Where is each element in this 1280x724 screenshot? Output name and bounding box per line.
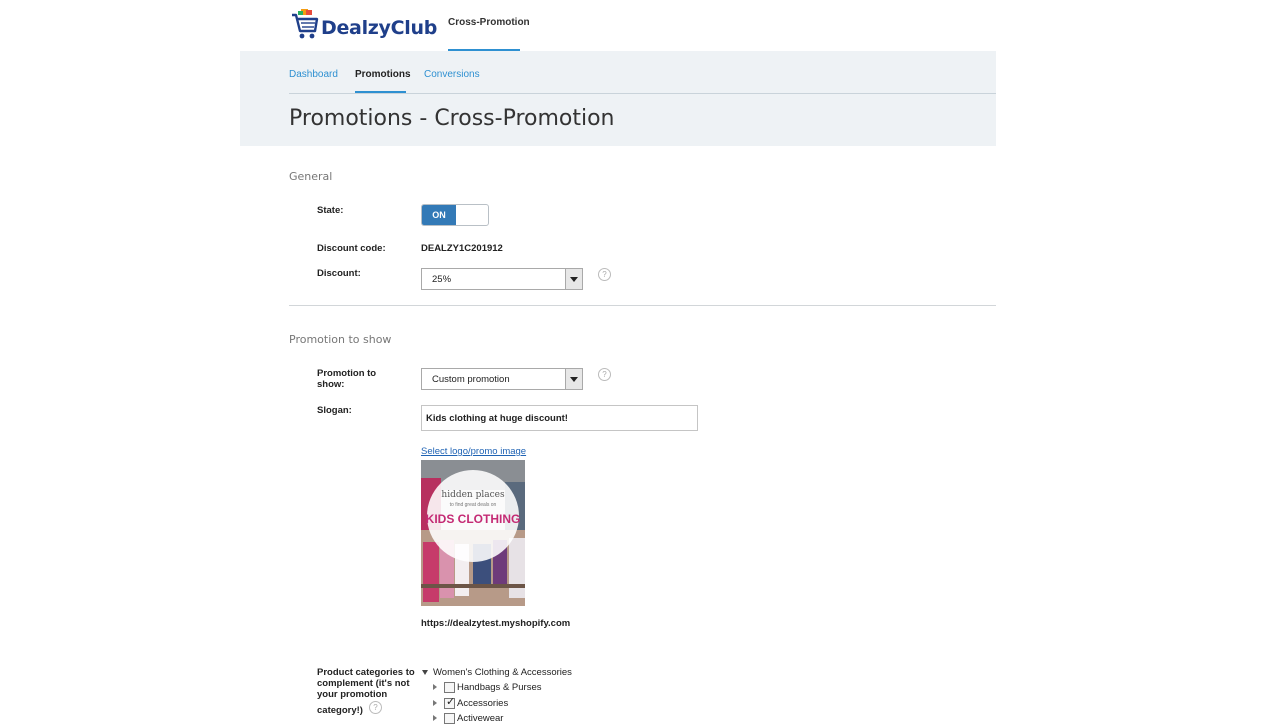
collapse-arrow-icon[interactable] bbox=[422, 670, 428, 675]
promotion-to-show-label: Promotion to show: bbox=[317, 368, 376, 390]
discount-label: Discount: bbox=[317, 268, 361, 279]
categories-label-line2-b: not bbox=[394, 678, 410, 689]
subnav-item-promotions[interactable]: Promotions bbox=[355, 69, 411, 80]
section-title-promotion: Promotion to show bbox=[289, 333, 392, 346]
banner-divider bbox=[289, 93, 996, 94]
subnav-item-conversions[interactable]: Conversions bbox=[424, 69, 480, 80]
slogan-input[interactable]: Kids clothing at huge discount! bbox=[421, 405, 698, 431]
tree-node-label: Activewear bbox=[457, 713, 504, 724]
promotion-select-value: Custom promotion bbox=[432, 374, 510, 385]
question-circle-icon[interactable]: ? bbox=[598, 268, 611, 281]
promo-image: hidden places to find great deals on KID… bbox=[421, 460, 525, 606]
discount-code-label: Discount code: bbox=[317, 243, 386, 254]
shop-url: https://dealzytest.myshopify.com bbox=[421, 618, 571, 629]
tab-cross-promotion[interactable]: Cross-Promotion bbox=[448, 0, 530, 51]
tab-cross-promotion-label: Cross-Promotion bbox=[448, 17, 530, 28]
promotion-label-line1: Promotion to bbox=[317, 368, 377, 379]
state-toggle[interactable]: ON bbox=[421, 204, 489, 226]
page-header-banner bbox=[240, 51, 996, 146]
categories-label: Product categories to complement (it's n… bbox=[317, 667, 417, 716]
promotion-select[interactable]: Custom promotion bbox=[421, 368, 583, 390]
brand-logo[interactable]: DealzyClub bbox=[291, 7, 437, 41]
shopping-cart-icon bbox=[292, 9, 319, 39]
categories-label-line1: Product categories to bbox=[317, 667, 415, 678]
categories-label-line2: complement (it's not bbox=[317, 678, 417, 689]
slogan-label: Slogan: bbox=[317, 405, 352, 416]
checkmark-icon: ✓ bbox=[446, 696, 456, 708]
question-circle-icon[interactable]: ? bbox=[369, 701, 382, 714]
select-image-link[interactable]: Select logo/promo image bbox=[421, 446, 526, 457]
promo-image-text-2: to find great deals on bbox=[449, 502, 497, 508]
promotion-label-line2: show: bbox=[317, 379, 345, 390]
section-divider bbox=[289, 305, 996, 306]
dropdown-arrow-icon bbox=[565, 369, 582, 389]
brand-name: DealzyClub bbox=[321, 17, 438, 39]
checkbox-accessories[interactable]: ✓ bbox=[444, 696, 456, 709]
discount-select[interactable]: 25% bbox=[421, 268, 583, 290]
categories-label-line2-a: complement (it's bbox=[317, 678, 395, 689]
categories-label-line3: your promotion bbox=[317, 689, 388, 700]
tree-node-label: Women's Clothing & Accessories bbox=[433, 667, 572, 678]
dropdown-arrow-icon bbox=[565, 269, 582, 289]
subnav-item-dashboard[interactable]: Dashboard bbox=[289, 69, 338, 80]
tree-node-label: Handbags & Purses bbox=[457, 682, 542, 693]
checkbox-handbags[interactable] bbox=[444, 682, 455, 693]
tree-node-label: Accessories bbox=[457, 698, 509, 709]
promo-image-text-3: KIDS CLOTHING bbox=[425, 512, 521, 526]
categories-label-line4: category!) bbox=[317, 705, 363, 716]
expand-arrow-icon[interactable] bbox=[433, 684, 437, 690]
section-title-general: General bbox=[289, 170, 333, 183]
discount-code-value: DEALZY1C201912 bbox=[421, 243, 503, 254]
state-label: State: bbox=[317, 205, 344, 216]
page-title: Promotions - Cross-Promotion bbox=[289, 106, 615, 131]
promo-image-text-1: hidden places bbox=[441, 490, 505, 500]
expand-arrow-icon[interactable] bbox=[433, 715, 437, 721]
toggle-on-label: ON bbox=[422, 205, 456, 225]
discount-select-value: 25% bbox=[432, 274, 452, 285]
checkbox-activewear[interactable] bbox=[444, 713, 455, 724]
expand-arrow-icon[interactable] bbox=[433, 700, 437, 706]
question-circle-icon[interactable]: ? bbox=[598, 368, 611, 381]
